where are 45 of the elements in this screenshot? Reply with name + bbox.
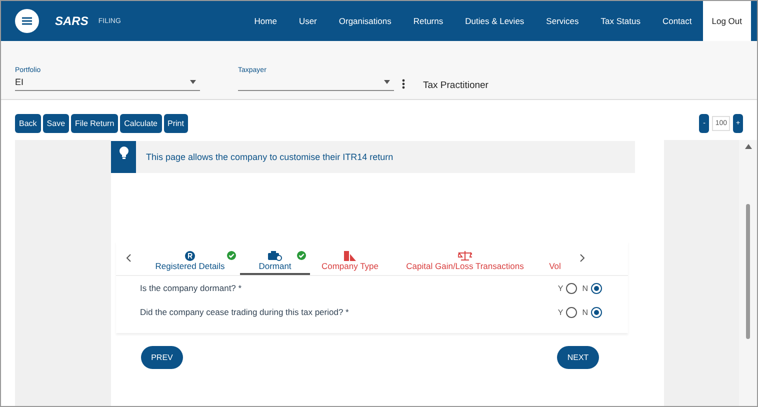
question-text: Is the company dormant? * <box>140 283 243 293</box>
registered-icon <box>185 251 195 261</box>
scale-icon <box>458 251 472 261</box>
step-tab[interactable]: Company Type <box>310 251 390 275</box>
option-label: N <box>582 308 588 316</box>
nav-link[interactable]: Duties & Levies <box>454 1 536 41</box>
nav-link[interactable]: Tax Status <box>590 1 652 41</box>
radio-button[interactable] <box>591 282 602 294</box>
step-tab[interactable]: Dormant <box>240 251 310 275</box>
option-label: Y <box>558 308 564 316</box>
option-label: Y <box>558 284 564 292</box>
question-text: Did the company cease trading during this tax period? * <box>140 307 350 317</box>
nav-link[interactable]: Home <box>243 1 288 41</box>
nav-link[interactable]: Returns <box>402 1 454 41</box>
toolbar-button[interactable]: Back <box>15 114 41 133</box>
step-tab[interactable]: Vol <box>540 251 570 275</box>
next-button[interactable]: NEXT <box>557 346 599 369</box>
toolbar-button[interactable]: Calculate <box>120 114 162 133</box>
check-icon <box>227 251 236 260</box>
check-icon <box>297 251 306 260</box>
toolbar-button[interactable]: Save <box>42 114 70 133</box>
role-label: Tax Practitioner <box>423 80 488 91</box>
toolbar-button[interactable]: File Return <box>71 114 118 133</box>
radio-button[interactable] <box>566 306 578 318</box>
nav-link[interactable]: User <box>288 1 328 41</box>
prev-button[interactable]: PREV <box>141 346 183 369</box>
more-icon[interactable] <box>402 79 405 89</box>
nav-link[interactable]: Log Out <box>702 1 751 41</box>
step-tab[interactable]: Registered Details <box>140 251 240 275</box>
option-label: N <box>582 284 588 292</box>
toolbar-button[interactable]: Print <box>164 114 188 133</box>
scroll-up-icon[interactable] <box>744 144 752 149</box>
step-tab[interactable]: Capital Gain/Loss Transactions <box>390 251 540 275</box>
info-text: This page allows the company to customise their ITR14 return <box>146 152 394 162</box>
menu-icon[interactable] <box>15 9 39 33</box>
lightbulb-icon <box>118 146 128 160</box>
radio-button[interactable] <box>591 306 602 318</box>
logo: SARS <box>55 14 88 28</box>
building-icon <box>344 251 356 261</box>
nav-link[interactable]: Contact <box>651 1 703 41</box>
scrollbar[interactable] <box>739 140 757 406</box>
nav-link[interactable]: Services <box>535 1 590 41</box>
radio-button[interactable] <box>566 282 578 294</box>
nav-link[interactable]: Organisations <box>328 1 402 41</box>
briefcase-icon <box>268 251 282 261</box>
